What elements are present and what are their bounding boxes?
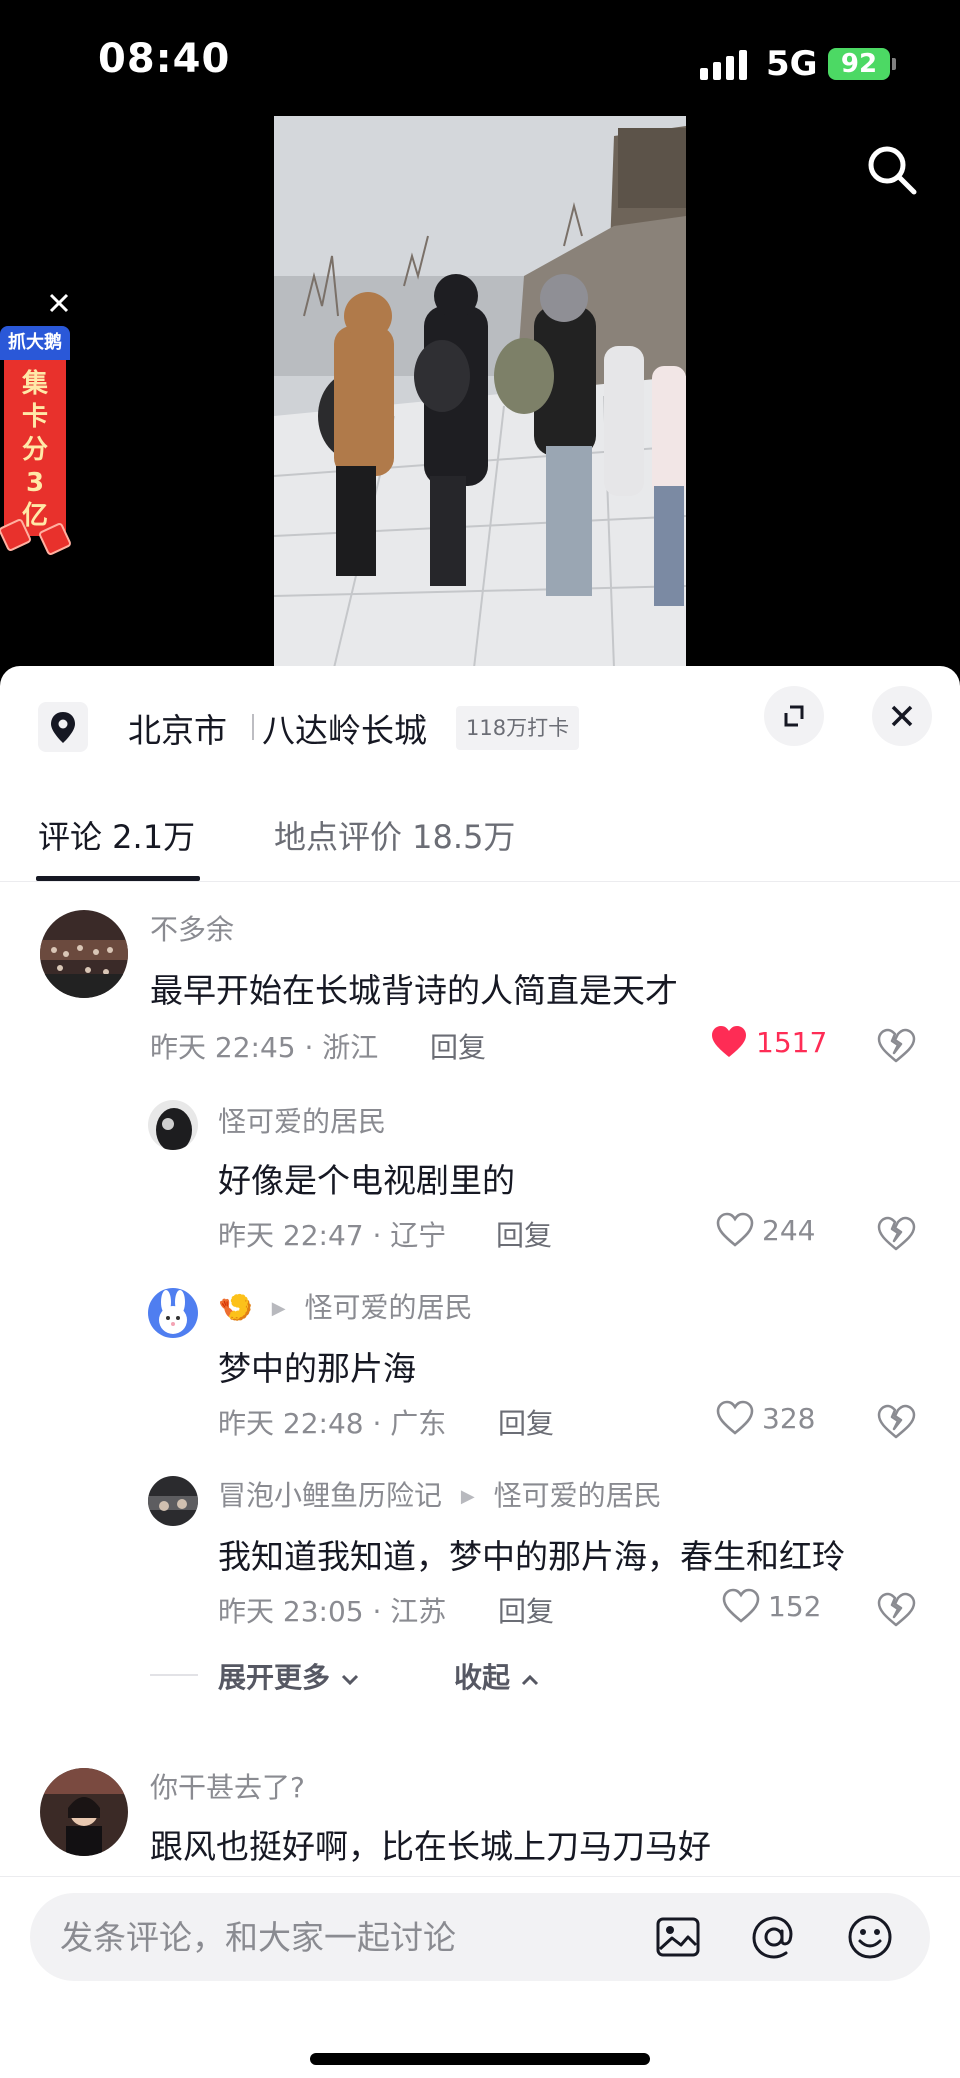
image-icon[interactable] [654,1913,702,1961]
promo-line: 集 [21,369,48,399]
broken-heart-icon[interactable] [876,1402,916,1442]
like-count: 152 [768,1589,822,1623]
location-city[interactable]: 北京市 [128,704,227,752]
avatar[interactable] [148,1288,198,1338]
location-pin-button[interactable] [38,702,88,752]
battery-level: 92 [840,49,878,79]
broken-heart-icon[interactable] [876,1026,916,1066]
promo-line: 分 [21,435,48,465]
video-player[interactable] [274,116,686,668]
expand-icon [784,705,804,727]
reply-to-name[interactable]: 怪可爱的居民 [305,1291,473,1324]
heart-icon [722,1588,760,1623]
close-button[interactable] [872,686,932,746]
comment-text: 最早开始在长城背诗的人简直是天才 [150,971,678,1010]
location-place[interactable]: 八达岭长城 [262,704,427,752]
comment-meta: 昨天 22:48 · 广东 [218,1407,447,1440]
expand-more-label: 展开更多 [218,1661,331,1694]
like-count: 328 [762,1401,816,1435]
broken-heart-icon[interactable] [876,1214,916,1254]
promo-close-icon[interactable] [46,290,72,316]
location-header: 北京市 八达岭长城 118万打卡 [0,666,960,786]
like-button[interactable]: 244 [716,1212,815,1248]
promo-badge[interactable]: 抓大鹅 集 卡 分 3 亿 [0,326,73,562]
comment-input-container[interactable] [30,1893,930,1981]
comment-author[interactable]: 冒泡小鲤鱼历险记 ▶ 怪可爱的居民 [218,1474,662,1514]
avatar-image [40,1768,128,1856]
reply-button[interactable]: 回复 [496,1214,552,1254]
tab-bar: 评论 2.1万 地点评价 18.5万 [0,786,960,882]
reply-button[interactable]: 回复 [430,1026,486,1066]
status-bar: 08:40 5G 92 [0,0,960,120]
like-count: 244 [762,1213,816,1247]
like-count: 1517 [756,1025,828,1059]
heart-icon [716,1212,754,1247]
comment-meta: 昨天 22:47 · 辽宁 [218,1219,447,1252]
comment-author[interactable]: 你干甚去了? [150,1766,305,1806]
reply-to-arrow-icon: ▶ [271,1298,286,1319]
promo-line: 3 [25,468,45,498]
tab-active-indicator [36,876,200,881]
tab-location-reviews[interactable]: 地点评价 18.5万 [274,812,515,858]
avatar-image [148,1288,198,1338]
comment-meta: 昨天 23:05 · 江苏 [218,1595,447,1628]
avatar[interactable] [148,1100,198,1150]
like-button[interactable]: 152 [722,1588,821,1624]
video-frame [274,116,686,668]
home-indicator [310,2053,650,2065]
author-name: 🍤 [218,1291,253,1324]
comment-text: 梦中的那片海 [218,1349,416,1388]
avatar-image [148,1100,198,1150]
comment-text: 好像是个电视剧里的 [218,1161,515,1200]
comment-text: 我知道我知道，梦中的那片海，春生和红玲 [218,1537,845,1576]
chevron-down-icon [341,1674,358,1686]
heart-icon [712,1026,746,1057]
expand-more-button[interactable]: 展开更多 [218,1656,360,1696]
checkin-count-badge: 118万打卡 [456,706,580,750]
author-name: 冒泡小鲤鱼历险记 [218,1479,443,1512]
collapse-label: 收起 [454,1661,511,1694]
expand-divider [150,1674,198,1676]
comment-author[interactable]: 不多余 [150,908,234,948]
avatar-image [40,910,128,998]
chevron-up-icon [521,1674,538,1686]
heart-icon [716,1400,754,1435]
network-type: 5G [766,44,818,84]
comment-author[interactable]: 🍤 ▶ 怪可爱的居民 [218,1286,473,1326]
emoji-icon[interactable] [846,1913,894,1961]
status-time: 08:40 [98,36,231,82]
battery-icon: 92 [828,48,890,80]
reply-to-name[interactable]: 怪可爱的居民 [494,1479,662,1512]
reply-button[interactable]: 回复 [498,1402,554,1442]
avatar-image [148,1476,198,1526]
comment-input[interactable] [60,1893,620,1981]
promo-line: 卡 [21,402,48,432]
collapse-button[interactable]: 收起 [454,1656,540,1696]
tab-comments[interactable]: 评论 2.1万 [38,812,195,858]
broken-heart-icon[interactable] [876,1590,916,1630]
avatar[interactable] [148,1476,198,1526]
comment-text: 跟风也挺好啊，比在长城上刀马刀马好 [150,1827,711,1866]
signal-icon [700,50,747,80]
reply-to-arrow-icon: ▶ [460,1486,475,1507]
promo-text: 集 卡 分 3 亿 [4,360,66,536]
comment-input-bar [0,1876,960,2078]
expand-button[interactable] [764,686,824,746]
location-separator [252,714,254,740]
avatar[interactable] [40,910,128,998]
comment-author[interactable]: 怪可爱的居民 [218,1100,386,1140]
promo-brand: 抓大鹅 [0,326,70,360]
comment-meta: 昨天 22:45 · 浙江 [150,1031,379,1064]
battery-tip [892,58,896,70]
reply-button[interactable]: 回复 [498,1590,554,1630]
like-button[interactable]: 1517 [710,1024,827,1060]
avatar[interactable] [40,1768,128,1856]
close-icon [891,705,913,727]
at-icon[interactable] [750,1913,798,1961]
comment-sheet: 北京市 八达岭长城 118万打卡 评论 2.1万 地点评价 18.5万 不多余 … [0,666,960,2078]
like-button[interactable]: 328 [716,1400,815,1436]
location-pin-icon [51,712,75,743]
search-icon[interactable] [864,142,920,198]
